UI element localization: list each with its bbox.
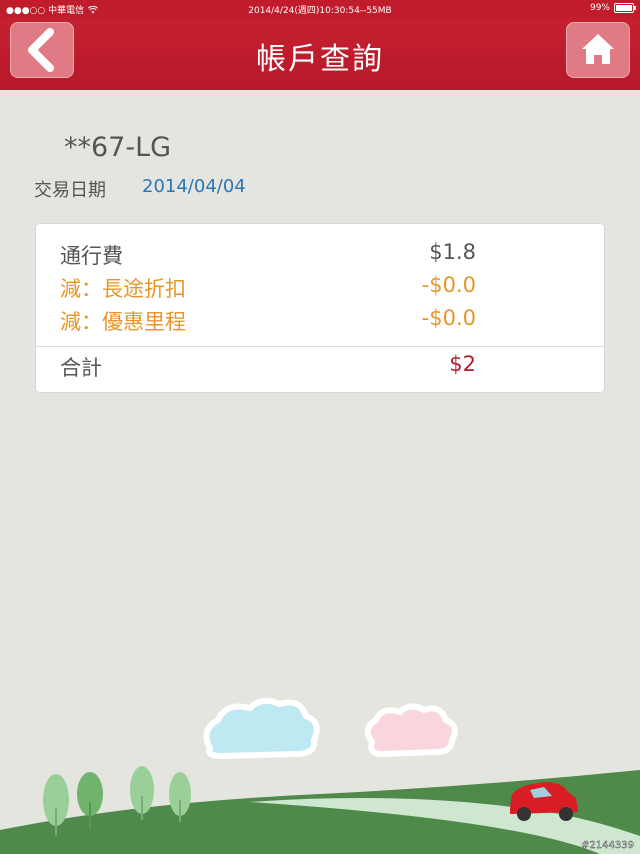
battery-icon bbox=[614, 3, 636, 13]
toll-fee-label: 通行費 bbox=[60, 244, 123, 268]
divider bbox=[36, 346, 604, 347]
status-datetime: 2014/4/24(週四)10:30:54--55MB bbox=[248, 6, 392, 16]
long-distance-discount-row: 減：長途折扣 -$0.0 bbox=[60, 273, 476, 305]
home-button[interactable] bbox=[566, 22, 630, 78]
cloud-pink-icon bbox=[364, 703, 458, 758]
scenery-illustration: #2144339 bbox=[0, 697, 640, 854]
home-icon bbox=[582, 34, 614, 64]
free-mileage-discount-label: 減：優惠里程 bbox=[60, 310, 186, 334]
toll-fee-row: 通行費 $1.8 bbox=[60, 240, 476, 272]
total-row: 合計 $2 bbox=[60, 352, 476, 384]
charges-card: 通行費 $1.8 減：長途折扣 -$0.0 減：優惠里程 -$0.0 合計 $2 bbox=[36, 224, 604, 392]
status-bar: ●●●○○ 中華電信 2014/4/24(週四)10:30:54--55MB 9… bbox=[0, 0, 640, 18]
long-distance-discount-label: 減：長途折扣 bbox=[60, 277, 186, 301]
free-mileage-discount-value: -$0.0 bbox=[421, 306, 476, 330]
long-distance-discount-value: -$0.0 bbox=[421, 273, 476, 297]
status-right: 99% bbox=[589, 3, 636, 13]
total-value: $2 bbox=[449, 352, 476, 376]
watermark: #2144339 bbox=[581, 840, 634, 851]
total-label: 合計 bbox=[60, 356, 102, 380]
free-mileage-discount-row: 減：優惠里程 -$0.0 bbox=[60, 306, 476, 338]
toll-fee-value: $1.8 bbox=[429, 240, 476, 264]
cloud-blue-icon bbox=[203, 697, 320, 760]
transaction-date-label: 交易日期 bbox=[34, 180, 106, 201]
vehicle-plate: **67-LG bbox=[64, 132, 172, 163]
page-title: 帳戶查詢 bbox=[256, 42, 384, 77]
nav-bar: 帳戶查詢 bbox=[0, 18, 640, 90]
battery-percent: 99% bbox=[589, 3, 610, 13]
transaction-date-value: 2014/04/04 bbox=[142, 176, 246, 197]
